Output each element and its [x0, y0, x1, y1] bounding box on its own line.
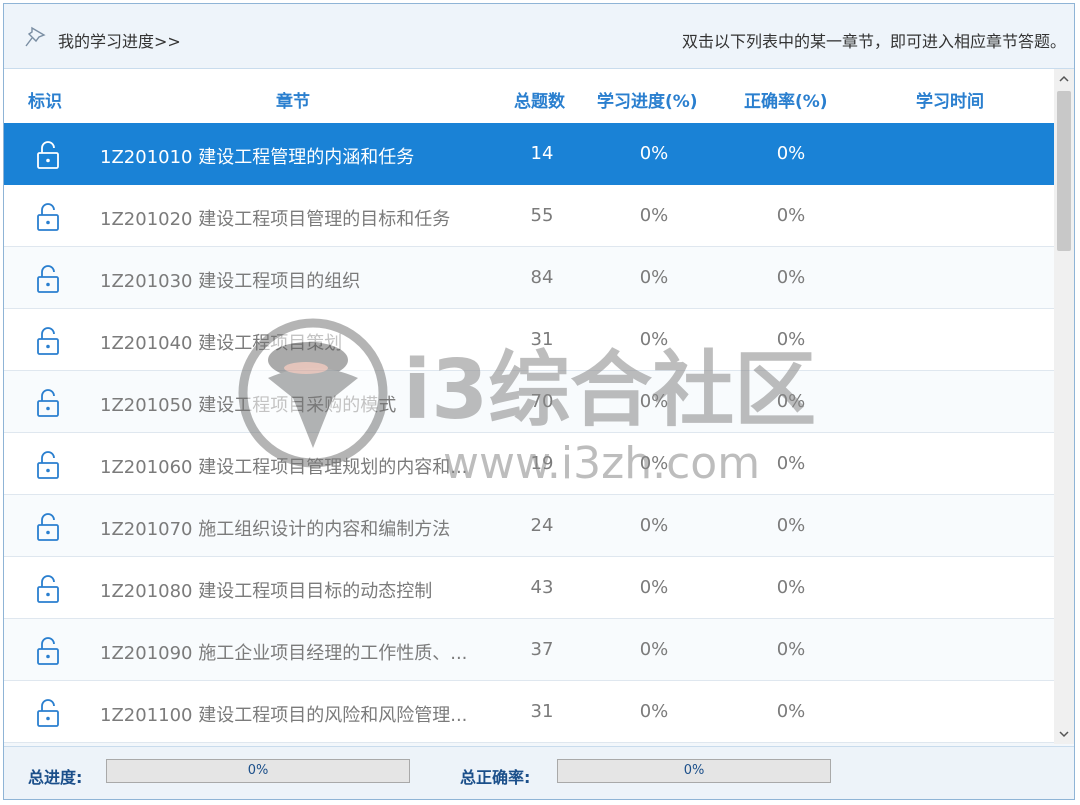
- study-progress: 0%: [639, 143, 669, 164]
- column-header-mark[interactable]: 标识: [28, 87, 62, 112]
- chapter-title: 1Z201060 建设工程项目管理规划的内容和...: [100, 457, 468, 478]
- total-progress-bar: 0%: [106, 759, 410, 783]
- accuracy-rate: 0%: [776, 577, 806, 598]
- instruction-hint: 双击以下列表中的某一章节，即可进入相应章节答题。: [681, 32, 1066, 51]
- column-header-progress[interactable]: 学习进度(%): [597, 87, 698, 112]
- accuracy-rate: 0%: [776, 143, 806, 164]
- chapter-row[interactable]: 1Z201070 施工组织设计的内容和编制方法 24 0% 0%: [4, 495, 1054, 557]
- unlock-icon: [37, 637, 59, 665]
- chapter-row[interactable]: 1Z201040 建设工程项目策划 31 0% 0%: [4, 309, 1054, 371]
- chapter-title: 1Z201010 建设工程管理的内涵和任务: [100, 147, 415, 168]
- chapter-title: 1Z201070 施工组织设计的内容和编制方法: [100, 519, 451, 540]
- chapter-row[interactable]: 1Z201060 建设工程项目管理规划的内容和... 19 0% 0%: [4, 433, 1054, 495]
- unlock-icon: [37, 265, 59, 293]
- unlock-icon: [37, 203, 59, 231]
- total-questions: 84: [530, 267, 554, 288]
- column-header-chapter[interactable]: 章节: [276, 87, 310, 112]
- study-progress: 0%: [639, 267, 669, 288]
- accuracy-rate: 0%: [776, 701, 806, 722]
- accuracy-rate: 0%: [776, 639, 806, 660]
- chapter-row[interactable]: 1Z201090 施工企业项目经理的工作性质、... 37 0% 0%: [4, 619, 1054, 681]
- total-accuracy-label: 总正确率:: [460, 768, 531, 787]
- chapter-title: 1Z201090 施工企业项目经理的工作性质、...: [100, 643, 468, 664]
- column-header-total[interactable]: 总题数: [514, 87, 565, 112]
- total-accuracy-bar: 0%: [557, 759, 831, 783]
- unlock-icon: [37, 699, 59, 727]
- chapter-list: 1Z201010 建设工程管理的内涵和任务 14 0% 0% 1Z201020 建设工程…: [4, 123, 1054, 743]
- accuracy-rate: 0%: [776, 205, 806, 226]
- chapter-row[interactable]: 1Z201030 建设工程项目的组织 84 0% 0%: [4, 247, 1054, 309]
- chapter-title: 1Z201030 建设工程项目的组织: [100, 271, 361, 292]
- chapter-row[interactable]: 1Z201020 建设工程项目管理的目标和任务 55 0% 0%: [4, 185, 1054, 247]
- study-progress: 0%: [639, 453, 669, 474]
- pin-icon[interactable]: [24, 26, 46, 48]
- total-accuracy-value: 0%: [683, 763, 705, 778]
- chapter-title: 1Z201080 建设工程项目目标的动态控制: [100, 581, 433, 602]
- chapter-title: 1Z201040 建设工程项目策划: [100, 333, 343, 354]
- chapter-row[interactable]: 1Z201100 建设工程项目的风险和风险管理... 31 0% 0%: [4, 681, 1054, 743]
- unlock-icon: [37, 513, 59, 541]
- table-header: 标识 章节 总题数 学习进度(%) 正确率(%) 学习时间: [4, 69, 1054, 123]
- total-questions: 31: [530, 329, 554, 350]
- accuracy-rate: 0%: [776, 267, 806, 288]
- chapter-title: 1Z201100 建设工程项目的风险和风险管理...: [100, 705, 468, 726]
- total-questions: 24: [530, 515, 554, 536]
- vertical-scrollbar[interactable]: [1054, 69, 1074, 744]
- chapter-title: 1Z201020 建设工程项目管理的目标和任务: [100, 209, 451, 230]
- study-progress: 0%: [639, 391, 669, 412]
- total-questions: 43: [530, 577, 554, 598]
- study-progress: 0%: [639, 701, 669, 722]
- study-progress: 0%: [639, 515, 669, 536]
- accuracy-rate: 0%: [776, 329, 806, 350]
- chapter-row[interactable]: 1Z201080 建设工程项目目标的动态控制 43 0% 0%: [4, 557, 1054, 619]
- total-questions: 31: [530, 701, 554, 722]
- study-progress: 0%: [639, 329, 669, 350]
- chapter-row[interactable]: 1Z201010 建设工程管理的内涵和任务 14 0% 0%: [4, 123, 1054, 185]
- progress-window: 我的学习进度>> 双击以下列表中的某一章节，即可进入相应章节答题。 标识 章节 …: [3, 3, 1075, 800]
- chapter-title: 1Z201050 建设工程项目采购的模式: [100, 395, 397, 416]
- accuracy-rate: 0%: [776, 391, 806, 412]
- unlock-icon: [37, 389, 59, 417]
- study-progress: 0%: [639, 577, 669, 598]
- unlock-icon: [37, 141, 59, 169]
- total-questions: 37: [530, 639, 554, 660]
- column-header-accuracy[interactable]: 正确率(%): [744, 87, 828, 112]
- unlock-icon: [37, 327, 59, 355]
- unlock-icon: [37, 451, 59, 479]
- total-questions: 14: [530, 143, 554, 164]
- page-title: 我的学习进度>>: [58, 32, 181, 51]
- scroll-down-icon[interactable]: [1054, 724, 1074, 744]
- chapter-row[interactable]: 1Z201050 建设工程项目采购的模式 70 0% 0%: [4, 371, 1054, 433]
- total-questions: 70: [530, 391, 554, 412]
- column-header-time[interactable]: 学习时间: [916, 87, 984, 112]
- accuracy-rate: 0%: [776, 453, 806, 474]
- total-progress-label: 总进度:: [28, 768, 83, 787]
- total-questions: 55: [530, 205, 554, 226]
- accuracy-rate: 0%: [776, 515, 806, 536]
- study-progress: 0%: [639, 205, 669, 226]
- summary-bar: 总进度: 0% 总正确率: 0%: [4, 746, 1074, 799]
- title-bar: 我的学习进度>> 双击以下列表中的某一章节，即可进入相应章节答题。: [4, 4, 1074, 69]
- unlock-icon: [37, 575, 59, 603]
- total-progress-value: 0%: [247, 763, 269, 778]
- scrollbar-thumb[interactable]: [1057, 91, 1071, 251]
- scroll-up-icon[interactable]: [1054, 69, 1074, 89]
- study-progress: 0%: [639, 639, 669, 660]
- total-questions: 19: [530, 453, 554, 474]
